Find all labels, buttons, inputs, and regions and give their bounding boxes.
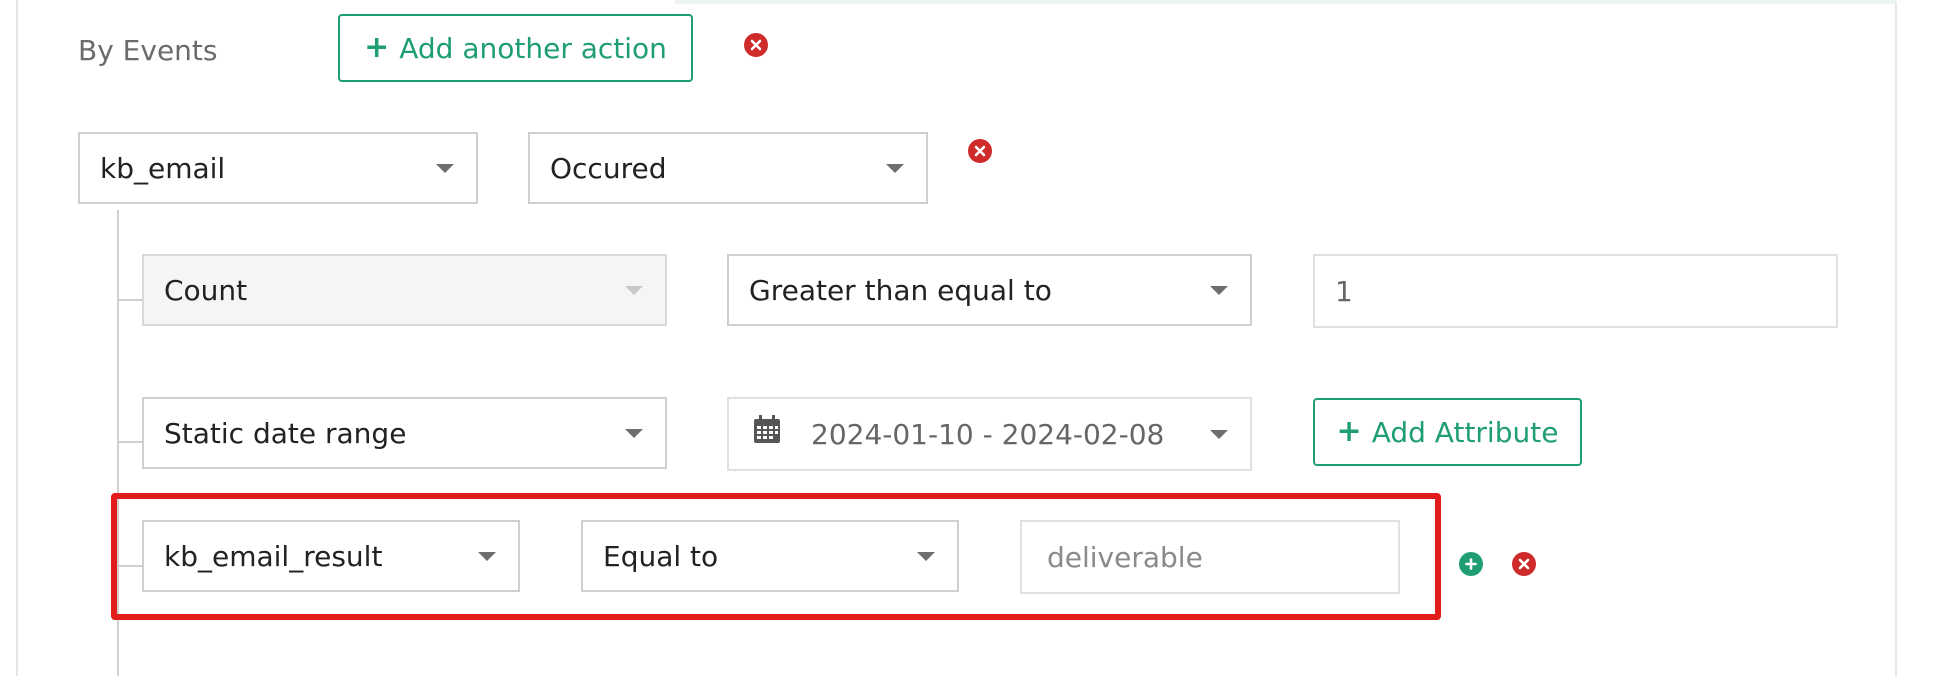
- count-operator-select[interactable]: Greater than equal to: [727, 254, 1252, 326]
- attribute-value-placeholder: deliverable: [1047, 540, 1203, 574]
- attribute-operator-value: Equal to: [603, 539, 719, 573]
- add-attribute-button[interactable]: + Add Attribute: [1313, 398, 1582, 466]
- count-value-input[interactable]: 1: [1313, 254, 1838, 328]
- remove-action-icon[interactable]: [744, 33, 768, 57]
- plus-icon: +: [364, 30, 390, 65]
- chevron-down-icon: [917, 552, 935, 561]
- add-attribute-label: Add Attribute: [1371, 415, 1559, 449]
- chevron-down-icon: [436, 164, 454, 173]
- range-type-value: Static date range: [164, 416, 407, 450]
- chevron-down-icon: [625, 429, 643, 438]
- remove-attribute-icon[interactable]: [1512, 552, 1536, 576]
- metric-select: Count: [142, 254, 667, 326]
- condition-select[interactable]: Occured: [528, 132, 928, 204]
- calendar-icon: [753, 414, 781, 451]
- metric-select-value: Count: [164, 273, 248, 307]
- plus-icon: +: [1336, 414, 1362, 449]
- section-label: By Events: [78, 34, 218, 67]
- range-type-select[interactable]: Static date range: [142, 397, 667, 469]
- event-select[interactable]: kb_email: [78, 132, 478, 204]
- tree-branch: [117, 299, 143, 301]
- tree-branch: [117, 441, 143, 443]
- remove-event-icon[interactable]: [968, 139, 992, 163]
- add-another-action-label: Add another action: [399, 31, 667, 65]
- top-divider: [675, 0, 1897, 4]
- chevron-down-icon: [478, 552, 496, 561]
- attribute-select-value: kb_email_result: [164, 539, 383, 573]
- date-range-value: 2024-01-10 - 2024-02-08: [811, 417, 1165, 451]
- chevron-down-icon: [625, 286, 643, 295]
- chevron-down-icon: [886, 164, 904, 173]
- attribute-value-input[interactable]: deliverable: [1020, 520, 1400, 594]
- add-condition-icon[interactable]: [1459, 552, 1483, 576]
- count-value-text: 1: [1335, 274, 1353, 308]
- attribute-operator-select[interactable]: Equal to: [581, 520, 959, 592]
- count-operator-value: Greater than equal to: [749, 273, 1052, 307]
- date-range-picker[interactable]: 2024-01-10 - 2024-02-08: [727, 397, 1252, 471]
- attribute-select[interactable]: kb_email_result: [142, 520, 520, 592]
- add-another-action-button[interactable]: + Add another action: [338, 14, 693, 82]
- event-select-value: kb_email: [100, 151, 226, 185]
- chevron-down-icon: [1210, 430, 1228, 439]
- condition-select-value: Occured: [550, 151, 667, 185]
- chevron-down-icon: [1210, 286, 1228, 295]
